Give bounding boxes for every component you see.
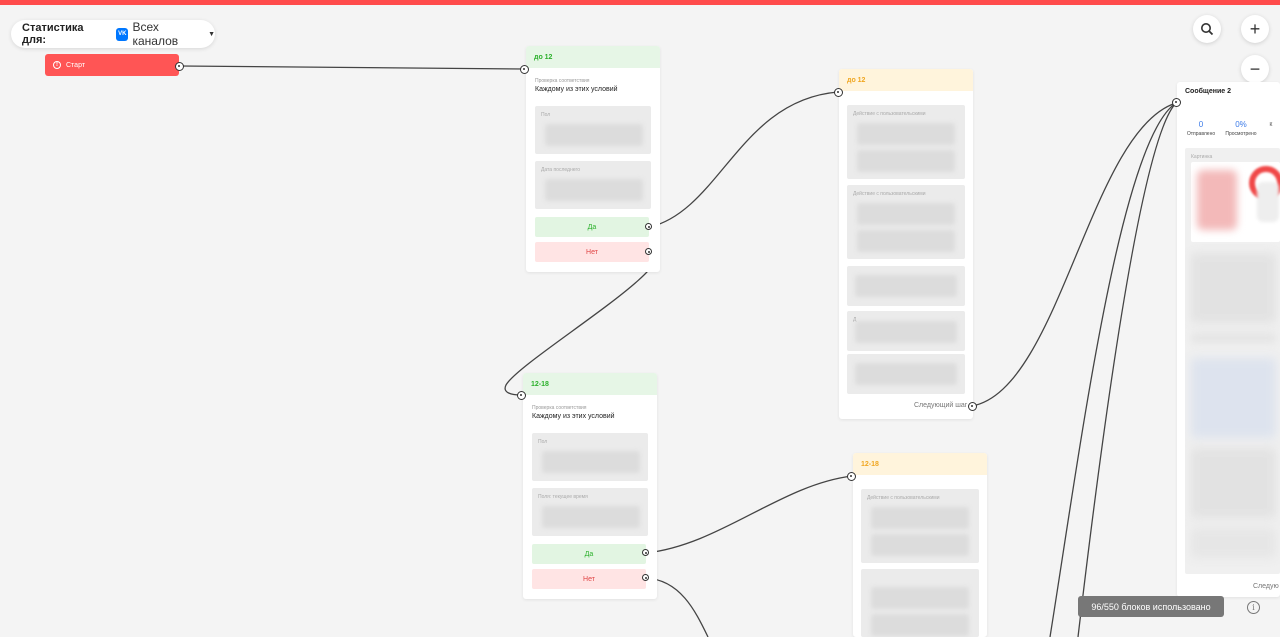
action-item[interactable]: [847, 266, 965, 306]
vk-icon: VK: [116, 27, 129, 41]
message-next-step-label: Следую: [1253, 583, 1279, 590]
stat-label: Просмотрено: [1225, 131, 1257, 137]
action-item[interactable]: Д: [847, 311, 965, 351]
action-item[interactable]: Действие с пользовательскими: [847, 105, 965, 179]
action-card-title: 12-18: [853, 453, 987, 475]
alert-icon: !: [53, 61, 61, 69]
message-content[interactable]: Картинка: [1185, 148, 1280, 574]
zoom-in-button[interactable]: +: [1241, 15, 1269, 43]
action-item[interactable]: Действие с пользовательскими: [861, 489, 979, 563]
channel-dropdown-value[interactable]: Всех каналов: [132, 20, 204, 48]
stats-label: Статистика для:: [22, 22, 84, 46]
action-1-input-port[interactable]: [834, 88, 843, 97]
next-step-label: Следующий шаг: [914, 402, 968, 409]
action-item[interactable]: [861, 569, 979, 637]
filter-item[interactable]: Дата последнего: [535, 161, 651, 209]
info-icon[interactable]: i: [1247, 601, 1260, 614]
stat-value: 0: [1198, 120, 1204, 129]
stats-channel-selector[interactable]: Статистика для: VK Всех каналов ▼: [11, 20, 215, 48]
blocks-usage-badge: 96/550 блоков использовано: [1078, 596, 1224, 617]
condition-2-yes-port[interactable]: [642, 549, 649, 556]
stat-viewed: 0% Просмотрено: [1221, 120, 1261, 137]
action-label: Действие с пользовательскими: [853, 191, 926, 197]
condition-card-title: 12-18: [523, 373, 657, 395]
chevron-down-icon: ▼: [208, 30, 215, 38]
filter-label: Поля: текущее время: [538, 494, 588, 500]
action-card-1[interactable]: до 12 Действие с пользовательскими Дейст…: [839, 69, 973, 419]
condition-card-rule: Каждому из этих условий: [532, 413, 615, 420]
condition-2-no-port[interactable]: [642, 574, 649, 581]
filter-label: Пол: [541, 112, 551, 118]
filter-label: Пол: [538, 439, 548, 445]
yes-branch[interactable]: Да: [535, 217, 649, 237]
message-card-title: Сообщение 2: [1185, 88, 1231, 95]
search-icon: [1201, 23, 1214, 36]
condition-card-rule: Каждому из этих условий: [535, 86, 618, 93]
condition-card-1[interactable]: до 12 Проверка соответствия Каждому из э…: [526, 46, 660, 272]
stat-sent: 0 Отправлено: [1181, 120, 1221, 137]
start-output-port[interactable]: [175, 62, 184, 71]
image-label: Картинка: [1191, 154, 1213, 160]
condition-2-input-port[interactable]: [517, 391, 526, 400]
start-node[interactable]: ! Старт: [45, 54, 179, 76]
condition-1-yes-port[interactable]: [645, 223, 652, 230]
action-item[interactable]: Действие с пользовательскими: [847, 185, 965, 259]
edge-start-to-cond1: [179, 65, 525, 70]
edge-cond2-yes-to-action2: [645, 475, 853, 554]
action-1-output-port[interactable]: [968, 402, 977, 411]
yes-branch[interactable]: Да: [532, 544, 646, 564]
search-button[interactable]: [1193, 15, 1221, 43]
filter-label: Дата последнего: [541, 167, 580, 173]
filter-item[interactable]: Пол: [535, 106, 651, 154]
stat-label: Отправлено: [1186, 131, 1216, 137]
action-label: Действие с пользовательскими: [867, 495, 940, 501]
message-card[interactable]: Сообщение 2 0 Отправлено 0% Просмотрено …: [1177, 82, 1280, 597]
edge-action1-next-to-message: [971, 102, 1177, 407]
start-node-label: Старт: [66, 61, 86, 69]
stat-value: 0%: [1235, 120, 1247, 129]
condition-1-input-port[interactable]: [520, 65, 529, 74]
stat-label: К: [1269, 122, 1273, 128]
edge-cond1-yes-to-action1: [649, 91, 839, 228]
action-card-title: до 12: [839, 69, 973, 91]
message-input-port[interactable]: [1172, 98, 1181, 107]
condition-card-2[interactable]: 12-18 Проверка соответствия Каждому из э…: [523, 373, 657, 599]
filter-item[interactable]: Поля: текущее время: [532, 488, 648, 536]
stat-clicks: К: [1261, 120, 1280, 128]
no-branch[interactable]: Нет: [532, 569, 646, 589]
message-image: [1191, 162, 1280, 242]
condition-1-no-port[interactable]: [645, 248, 652, 255]
action-item[interactable]: [847, 354, 965, 394]
action-2-input-port[interactable]: [847, 472, 856, 481]
no-branch[interactable]: Нет: [535, 242, 649, 262]
action-label: Действие с пользовательскими: [853, 111, 926, 117]
zoom-out-button[interactable]: −: [1241, 55, 1269, 83]
condition-card-title: до 12: [526, 46, 660, 68]
filter-item[interactable]: Пол: [532, 433, 648, 481]
action-card-2[interactable]: 12-18 Действие с пользовательскими: [853, 453, 987, 637]
